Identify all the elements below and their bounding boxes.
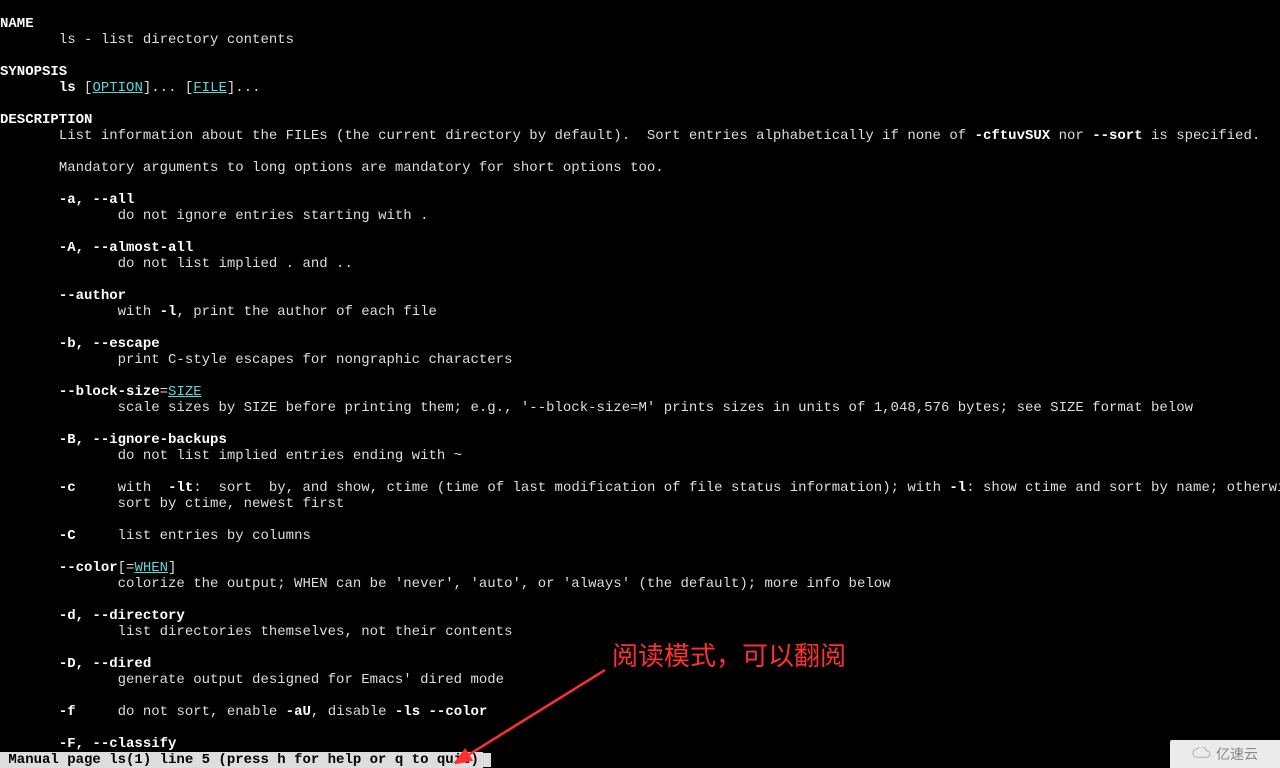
option-F: -F, --classify [59, 736, 177, 752]
option-B-desc: do not list implied entries ending with … [118, 448, 462, 464]
synopsis-cmd: ls [59, 80, 76, 96]
option-b: -b, --escape [59, 336, 160, 352]
option-d: -d, --directory [59, 608, 185, 624]
section-synopsis: SYNOPSIS [0, 64, 67, 80]
option-c-desc: : show ctime and sort by name; otherwise… [966, 480, 1280, 496]
option-author-desc: , print the author of each file [176, 304, 436, 320]
option-color-desc: colorize the output; WHEN can be 'never'… [118, 576, 891, 592]
watermark: 亿速云 [1170, 740, 1280, 768]
option-D: -D, --dired [59, 656, 151, 672]
desc-flag-sort: --sort [1092, 128, 1142, 144]
option-C: -C [59, 528, 76, 544]
option-color-arg: WHEN [134, 560, 168, 576]
option-b-desc: print C-style escapes for nongraphic cha… [118, 352, 513, 368]
option-blocksize: --block-size [59, 384, 160, 400]
option-B: -B, --ignore-backups [59, 432, 227, 448]
section-name: NAME [0, 16, 34, 32]
option-color: --color [59, 560, 118, 576]
annotation-text: 阅读模式，可以翻阅 [612, 648, 846, 664]
option-C-desc: list entries by columns [118, 528, 311, 544]
option-a: -a, --all [59, 192, 135, 208]
option-A-desc: do not list implied . and .. [118, 256, 353, 272]
name-text: ls - list directory contents [59, 32, 294, 48]
option-a-desc: do not ignore entries starting with . [118, 208, 429, 224]
option-author: --author [59, 288, 126, 304]
option-D-desc: generate output designed for Emacs' dire… [118, 672, 504, 688]
watermark-text: 亿速云 [1216, 746, 1258, 762]
desc-text: List information about the FILEs (the cu… [59, 128, 975, 144]
pager-status-bar[interactable]: Manual page ls(1) line 5 (press h for he… [0, 752, 483, 768]
synopsis-option: OPTION [92, 80, 142, 96]
option-f: -f [59, 704, 76, 720]
cursor [483, 753, 491, 767]
option-blocksize-arg: SIZE [168, 384, 202, 400]
desc-mandatory: Mandatory arguments to long options are … [59, 160, 664, 176]
option-f-desc: --color [429, 704, 488, 720]
section-description: DESCRIPTION [0, 112, 92, 128]
option-blocksize-desc: scale sizes by SIZE before printing them… [118, 400, 1193, 416]
option-c: -c [59, 480, 76, 496]
option-A: -A, --almost-all [59, 240, 193, 256]
desc-flag-cftuvSUX: -cftuvSUX [975, 128, 1051, 144]
option-d-desc: list directories themselves, not their c… [118, 624, 513, 640]
synopsis-file: FILE [193, 80, 227, 96]
